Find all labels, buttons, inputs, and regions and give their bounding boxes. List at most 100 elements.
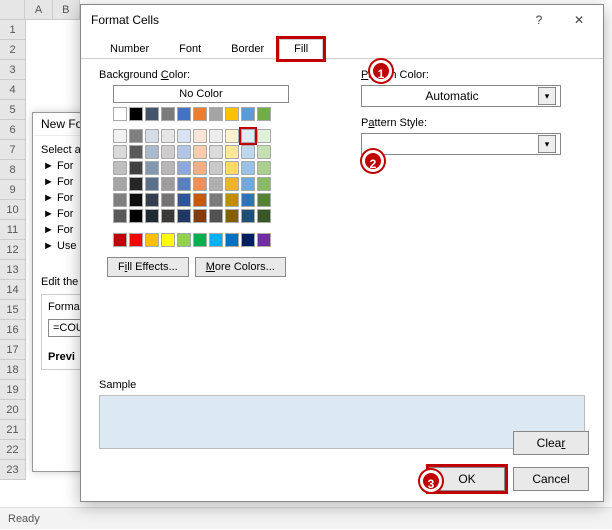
color-swatch[interactable]: [193, 193, 207, 207]
color-swatch[interactable]: [113, 107, 127, 121]
row-header[interactable]: 3: [0, 60, 26, 80]
color-swatch[interactable]: [129, 107, 143, 121]
color-swatch[interactable]: [257, 193, 271, 207]
row-header[interactable]: 20: [0, 400, 26, 420]
row-header[interactable]: 4: [0, 80, 26, 100]
color-swatch[interactable]: [193, 209, 207, 223]
color-swatch[interactable]: [113, 145, 127, 159]
pattern-color-select[interactable]: Automatic ▾: [361, 85, 561, 107]
color-swatch[interactable]: [129, 129, 143, 143]
color-swatch[interactable]: [241, 233, 255, 247]
no-color-button[interactable]: No Color: [113, 85, 289, 103]
color-swatch[interactable]: [161, 177, 175, 191]
color-swatch[interactable]: [241, 129, 255, 143]
color-swatch[interactable]: [209, 161, 223, 175]
color-swatch[interactable]: [209, 177, 223, 191]
color-swatch[interactable]: [241, 161, 255, 175]
help-button[interactable]: ?: [519, 6, 559, 34]
color-swatch[interactable]: [113, 177, 127, 191]
more-colors-button[interactable]: More Colors...: [195, 257, 286, 277]
row-header[interactable]: 14: [0, 280, 26, 300]
color-swatch[interactable]: [113, 209, 127, 223]
color-swatch[interactable]: [257, 177, 271, 191]
tab-font[interactable]: Font: [164, 39, 216, 59]
color-swatch[interactable]: [129, 193, 143, 207]
color-swatch[interactable]: [161, 145, 175, 159]
tab-fill[interactable]: Fill: [279, 39, 323, 59]
color-swatch[interactable]: [113, 129, 127, 143]
close-button[interactable]: ✕: [559, 6, 599, 34]
row-header[interactable]: 9: [0, 180, 26, 200]
tab-number[interactable]: Number: [95, 39, 164, 59]
color-swatch[interactable]: [161, 233, 175, 247]
color-swatch[interactable]: [257, 107, 271, 121]
row-header[interactable]: 5: [0, 100, 26, 120]
row-header[interactable]: 8: [0, 160, 26, 180]
color-swatch[interactable]: [225, 193, 239, 207]
color-swatch[interactable]: [209, 209, 223, 223]
color-swatch[interactable]: [161, 161, 175, 175]
row-header[interactable]: 18: [0, 360, 26, 380]
color-swatch[interactable]: [257, 233, 271, 247]
color-swatch[interactable]: [193, 177, 207, 191]
color-swatch[interactable]: [193, 233, 207, 247]
color-swatch[interactable]: [145, 161, 159, 175]
color-swatch[interactable]: [193, 145, 207, 159]
color-swatch[interactable]: [209, 233, 223, 247]
color-swatch[interactable]: [177, 193, 191, 207]
color-swatch[interactable]: [129, 145, 143, 159]
row-header[interactable]: 11: [0, 220, 26, 240]
color-swatch[interactable]: [113, 161, 127, 175]
fill-effects-button[interactable]: Fill Effects...: [107, 257, 189, 277]
col-A[interactable]: A: [25, 0, 52, 19]
color-swatch[interactable]: [225, 233, 239, 247]
color-swatch[interactable]: [177, 177, 191, 191]
row-header[interactable]: 15: [0, 300, 26, 320]
color-swatch[interactable]: [241, 193, 255, 207]
color-swatch[interactable]: [129, 177, 143, 191]
color-swatch[interactable]: [225, 177, 239, 191]
color-swatch[interactable]: [209, 129, 223, 143]
color-swatch[interactable]: [113, 193, 127, 207]
color-swatch[interactable]: [161, 193, 175, 207]
row-header[interactable]: 16: [0, 320, 26, 340]
color-swatch[interactable]: [161, 129, 175, 143]
color-swatch[interactable]: [145, 193, 159, 207]
color-swatch[interactable]: [225, 209, 239, 223]
row-header[interactable]: 2: [0, 40, 26, 60]
color-swatch[interactable]: [177, 129, 191, 143]
color-swatch[interactable]: [193, 107, 207, 121]
color-swatch[interactable]: [241, 177, 255, 191]
color-swatch[interactable]: [241, 209, 255, 223]
color-swatch[interactable]: [209, 107, 223, 121]
color-swatch[interactable]: [257, 161, 271, 175]
color-swatch[interactable]: [129, 233, 143, 247]
color-swatch[interactable]: [113, 233, 127, 247]
row-header[interactable]: 7: [0, 140, 26, 160]
color-swatch[interactable]: [129, 209, 143, 223]
color-swatch[interactable]: [129, 161, 143, 175]
color-swatch[interactable]: [161, 107, 175, 121]
row-header[interactable]: 13: [0, 260, 26, 280]
color-swatch[interactable]: [177, 209, 191, 223]
color-swatch[interactable]: [161, 209, 175, 223]
row-header[interactable]: 19: [0, 380, 26, 400]
color-swatch[interactable]: [177, 233, 191, 247]
color-swatch[interactable]: [257, 129, 271, 143]
color-swatch[interactable]: [193, 161, 207, 175]
color-swatch[interactable]: [225, 129, 239, 143]
row-header[interactable]: 23: [0, 460, 26, 480]
cancel-button[interactable]: Cancel: [513, 467, 589, 491]
row-header[interactable]: 10: [0, 200, 26, 220]
color-swatch[interactable]: [225, 107, 239, 121]
color-swatch[interactable]: [241, 145, 255, 159]
color-swatch[interactable]: [145, 145, 159, 159]
col-B[interactable]: B: [53, 0, 80, 19]
color-swatch[interactable]: [177, 145, 191, 159]
color-swatch[interactable]: [225, 145, 239, 159]
color-swatch[interactable]: [209, 145, 223, 159]
color-swatch[interactable]: [241, 107, 255, 121]
color-swatch[interactable]: [257, 209, 271, 223]
color-swatch[interactable]: [145, 129, 159, 143]
color-swatch[interactable]: [177, 161, 191, 175]
